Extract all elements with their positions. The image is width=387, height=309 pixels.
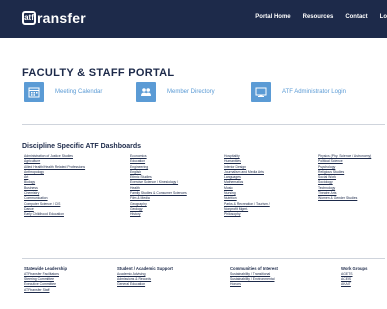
dashboard-link[interactable]: Philosophy — [224, 212, 270, 217]
footer-group-student-support: Student / Academic Support Academic Advi… — [117, 266, 173, 288]
dashboard-link[interactable]: History — [130, 212, 187, 217]
nav-login[interactable]: Lo — [380, 14, 387, 20]
nav-resources[interactable]: Resources — [303, 14, 334, 20]
quick-link-admin-login[interactable]: ATF Administrator Login — [251, 81, 346, 103]
monitor-icon — [251, 82, 271, 102]
people-icon — [136, 82, 156, 102]
dashboards-title: Discipline Specific ATF Dashboards — [22, 143, 142, 150]
dashboard-link[interactable]: Women & Gender Studies — [318, 196, 371, 201]
footer-group-statewide-leadership: Statewide Leadership ATFtransfer Facilit… — [24, 266, 67, 293]
dashboard-column-3: Hospitality Humanities Interior Design J… — [224, 154, 270, 218]
nav-portal-home[interactable]: Portal Home — [255, 14, 290, 20]
dashboard-column-1: Administration of Justice Studies Agricu… — [24, 154, 85, 218]
footer-group-work-groups: Work Groups AGETS ACEIS AKAIT — [341, 266, 367, 288]
nav-contact[interactable]: Contact — [345, 14, 367, 20]
footer-link[interactable]: ATFtransfer Staff — [24, 288, 67, 293]
logo-mark: atf — [22, 11, 36, 25]
footer-group-communities: Communities of Interest Sustainability /… — [230, 266, 278, 288]
calendar-icon — [24, 82, 44, 102]
main-nav: Portal Home Resources Contact Lo — [255, 14, 387, 20]
page-title: FACULTY & STAFF PORTAL — [22, 67, 175, 79]
footer-link[interactable]: Honors — [230, 282, 278, 287]
dashboard-column-2: Economics Education Engineering English … — [130, 154, 187, 218]
dashboard-link[interactable]: Early Childhood Education — [24, 212, 85, 217]
quick-link-meeting-calendar[interactable]: Meeting Calendar — [24, 81, 102, 103]
top-navigation-bar: atf ransfer Portal Home Resources Contac… — [0, 0, 387, 38]
footer-link[interactable]: General Education — [117, 282, 173, 287]
logo-text: ransfer — [37, 10, 86, 26]
dashboard-column-4: Physics (Phy. Science / Astronomy) Polit… — [318, 154, 371, 202]
member-directory-link[interactable]: Member Directory — [167, 89, 215, 95]
divider — [22, 258, 385, 259]
divider — [22, 124, 385, 125]
admin-login-link[interactable]: ATF Administrator Login — [282, 89, 346, 95]
quick-link-member-directory[interactable]: Member Directory — [136, 81, 215, 103]
meeting-calendar-link[interactable]: Meeting Calendar — [55, 89, 102, 95]
site-logo[interactable]: atf ransfer — [22, 7, 86, 29]
footer-link[interactable]: AKAIT — [341, 282, 367, 287]
